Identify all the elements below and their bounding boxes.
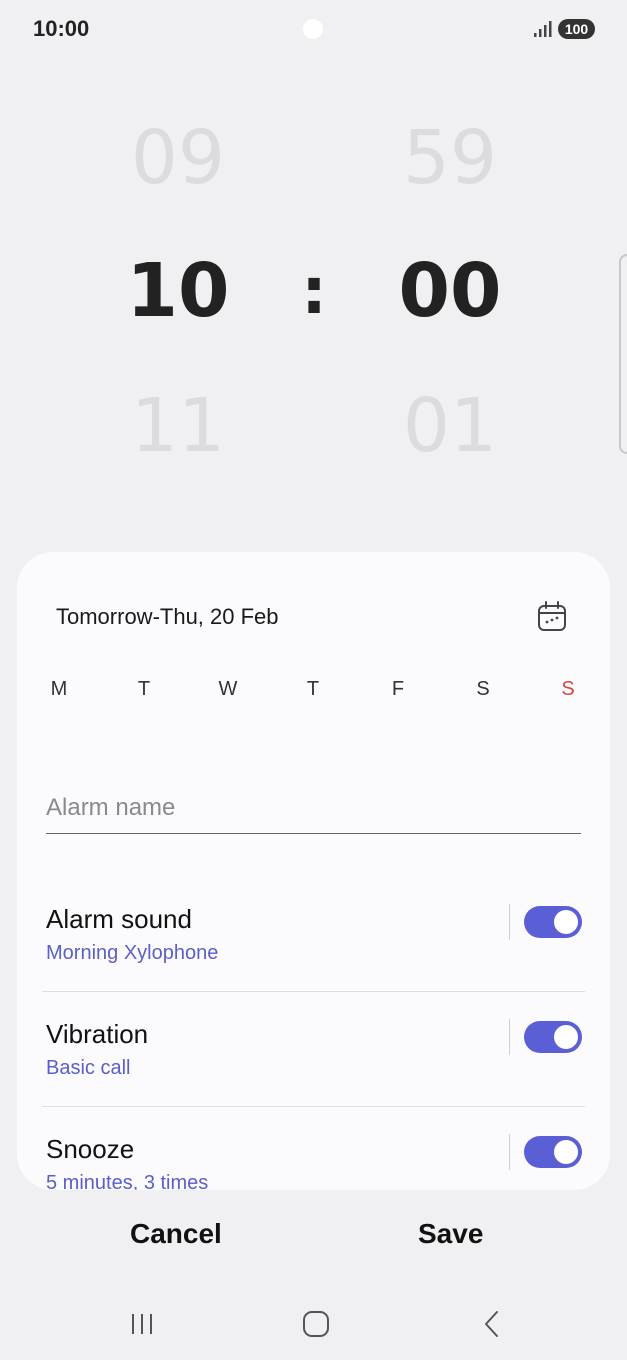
- divider: [509, 1134, 510, 1170]
- day-tuesday[interactable]: T: [124, 678, 164, 701]
- hour-next[interactable]: 11: [98, 383, 258, 469]
- cancel-button[interactable]: Cancel: [130, 1218, 222, 1250]
- camera-dot: [303, 19, 323, 39]
- setting-title: Vibration: [46, 1019, 149, 1049]
- minute-next[interactable]: 01: [370, 383, 530, 469]
- edge-panel-handle[interactable]: [619, 254, 627, 454]
- snooze-toggle[interactable]: [524, 1136, 582, 1168]
- setting-title: Snooze: [46, 1134, 135, 1164]
- day-friday[interactable]: F: [378, 678, 418, 701]
- battery-icon: 100: [558, 19, 595, 39]
- setting-vibration[interactable]: Vibration Basic call: [42, 1019, 585, 1134]
- weekday-selector: M T W T F S S: [17, 678, 610, 708]
- divider: [509, 904, 510, 940]
- toggle-knob: [554, 1025, 578, 1049]
- time-separator: :: [301, 255, 327, 329]
- toggle-knob: [554, 1140, 578, 1164]
- setting-snooze[interactable]: Snooze 5 minutes, 3 times: [42, 1134, 585, 1190]
- minute-prev[interactable]: 59: [370, 115, 530, 201]
- setting-alarm-sound[interactable]: Alarm sound Morning Xylophone: [42, 904, 585, 1019]
- navigation-bar: [0, 1290, 627, 1360]
- date-label: Tomorrow-Thu, 20 Feb: [56, 604, 279, 629]
- setting-title: Alarm sound: [46, 904, 192, 934]
- toggle-knob: [554, 910, 578, 934]
- signal-icon: [534, 21, 552, 37]
- day-monday[interactable]: M: [39, 678, 79, 701]
- status-bar: 10:00 100: [0, 0, 627, 58]
- recents-icon[interactable]: [118, 1306, 166, 1342]
- hour-prev[interactable]: 09: [98, 115, 258, 201]
- vibration-toggle[interactable]: [524, 1021, 582, 1053]
- back-icon[interactable]: [468, 1306, 516, 1342]
- hour-selected[interactable]: 10: [98, 248, 258, 334]
- alarm-name-input[interactable]: [46, 782, 581, 834]
- alarm-sound-toggle[interactable]: [524, 906, 582, 938]
- setting-subtitle: 5 minutes, 3 times: [46, 1172, 209, 1190]
- minute-selected[interactable]: 00: [370, 248, 530, 334]
- divider: [509, 1019, 510, 1055]
- day-wednesday[interactable]: W: [208, 678, 248, 701]
- setting-subtitle: Basic call: [46, 1057, 131, 1079]
- status-time: 10:00: [33, 16, 90, 41]
- setting-subtitle: Morning Xylophone: [46, 942, 219, 964]
- calendar-icon[interactable]: [537, 600, 567, 632]
- divider: [42, 1106, 585, 1107]
- day-saturday[interactable]: S: [463, 678, 503, 701]
- day-thursday[interactable]: T: [293, 678, 333, 701]
- save-button[interactable]: Save: [418, 1218, 483, 1250]
- day-sunday[interactable]: S: [548, 678, 588, 701]
- alarm-settings-card: Tomorrow-Thu, 20 Feb M T W T F S S Alarm…: [17, 552, 610, 1190]
- home-icon[interactable]: [292, 1306, 340, 1342]
- divider: [42, 991, 585, 992]
